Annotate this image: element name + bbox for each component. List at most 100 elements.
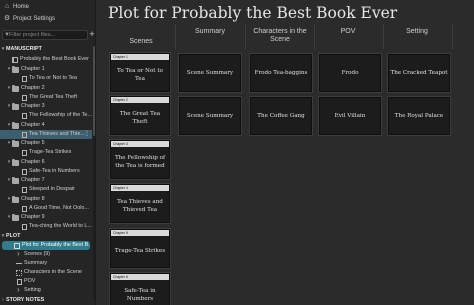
tree-item-book[interactable]: Probably the Best Book Ever <box>0 55 92 64</box>
sidebar-scrollbar[interactable] <box>93 44 95 299</box>
tree-item-chapter[interactable]: ▾ Chapter 5 <box>0 139 92 148</box>
column-divider <box>452 24 453 49</box>
plot-cell-characters[interactable]: The Coffee Gang <box>250 97 312 135</box>
plot-cell-summary[interactable]: Scene Summary <box>179 97 241 135</box>
column-header[interactable]: Characters in the Scene <box>245 28 315 44</box>
tree-item-scene[interactable]: Steeped in Despair <box>0 185 92 194</box>
filter-placeholder: Filter project files... <box>9 32 56 38</box>
column-header[interactable]: Summary <box>177 28 243 36</box>
tree-item-label: Chapter 8 <box>21 196 45 202</box>
home-icon: ⌂ <box>4 3 10 10</box>
tree-item-label: Chapter 6 <box>21 159 45 165</box>
tree-item-scene[interactable]: Tea Thieves and Thie... ⋮ <box>0 130 92 139</box>
home-link[interactable]: ⌂ Home <box>3 2 29 12</box>
plot-cell-pov[interactable]: Frodo <box>319 54 381 92</box>
tree-item-scene[interactable]: Tea-ching the World to L... <box>0 222 92 231</box>
tree-item-chapter[interactable]: ▾ Chapter 6 <box>0 158 92 167</box>
tree-item-scene[interactable]: Trage-Tea Strikes <box>0 148 92 157</box>
document-icon <box>22 205 27 212</box>
document-icon <box>22 112 27 119</box>
document-icon <box>22 131 27 138</box>
tree-item-label: Chapter 1 <box>21 66 45 72</box>
tree-item-label: The Great Tea Theft <box>29 94 78 100</box>
document-icon <box>22 186 27 193</box>
column-header[interactable]: Scenes <box>111 38 171 46</box>
scene-card[interactable]: Chapter 6 Safe-Tea in Numbers <box>110 273 170 305</box>
column-header[interactable]: POV <box>318 28 378 36</box>
folder-icon <box>12 121 19 129</box>
tree-item-chapter[interactable]: ▾ Chapter 8 <box>0 195 92 204</box>
document-icon <box>22 223 27 230</box>
folder-icon <box>12 139 19 147</box>
column-header[interactable]: Setting <box>387 28 447 36</box>
folder-icon <box>12 176 19 184</box>
scene-card-title: To Tea or Not to Tea <box>117 68 163 82</box>
folder-icon <box>12 84 19 92</box>
plot-cell-pov[interactable]: Evil Villain <box>319 97 381 135</box>
tree-item-plot-column[interactable]: Summary <box>0 259 92 268</box>
tree-item-label: Chapter 4 <box>21 122 45 128</box>
plot-cell-characters[interactable]: Frodo Tea-baggins <box>250 54 312 92</box>
tree-item-scene[interactable]: A Good Time, Not Oolo... <box>0 204 92 213</box>
tree-item-label: To Tea or Not to Tea <box>29 75 78 81</box>
tree-item-scene[interactable]: The Great Tea Theft <box>0 93 92 102</box>
project-settings-link[interactable]: ⚙ Project Settings <box>3 14 55 24</box>
tree-item-chapter[interactable]: ▾ Chapter 9 <box>0 213 92 222</box>
tree-item-label: Chapter 9 <box>21 214 45 220</box>
tree-item-plot-column[interactable]: Scenes (9) <box>0 250 92 259</box>
scene-card-title: Tea Thieves and Thieved Tea <box>117 199 163 213</box>
project-settings-label: Project Settings <box>13 16 56 22</box>
tree-item-label: PLOT <box>6 233 21 239</box>
section-plot[interactable]: ▾ PLOT <box>0 232 92 241</box>
plot-grid-view: Plot for Probably the Best Book Ever Sce… <box>97 0 474 305</box>
tree-item-label: Steeped in Despair <box>29 186 75 192</box>
plot-cell-setting[interactable]: The Royal Palace <box>388 97 450 135</box>
tree-item-label: Plot for Probably the Best B... <box>22 242 90 248</box>
page-title: Plot for Probably the Best Book Ever <box>108 4 398 22</box>
tree-item-label: Chapter 7 <box>21 177 45 183</box>
sidebar-scrollbar-thumb[interactable] <box>93 46 95 136</box>
column-divider <box>314 24 315 49</box>
folder-icon <box>12 195 19 203</box>
tree-item-chapter[interactable]: ▾ Chapter 2 <box>0 84 92 93</box>
home-label: Home <box>13 4 30 10</box>
column-divider <box>383 24 384 49</box>
section-story-notes[interactable]: › STORY NOTES <box>0 296 92 305</box>
document-icon <box>22 94 27 101</box>
more-options-icon[interactable]: ⋮ <box>84 130 90 139</box>
add-file-button[interactable]: + <box>88 29 95 39</box>
tree-item-plot[interactable]: Plot for Probably the Best B... <box>2 241 90 250</box>
filter-input[interactable]: ▼ Filter project files... <box>2 30 88 40</box>
tree-item-scene[interactable]: To Tea or Not to Tea <box>0 74 92 83</box>
plot-cell-setting[interactable]: The Cracked Teapot <box>388 54 450 92</box>
scene-card[interactable]: Chapter 5 Trage-Tea Strikes <box>110 229 170 268</box>
plus-icon: + <box>89 29 95 39</box>
tree-item-scene[interactable]: The Fellowship of the Te... <box>0 111 92 120</box>
tree-item-chapter[interactable]: ▾ Chapter 7 <box>0 176 92 185</box>
filter-icon: ▼ <box>4 32 10 38</box>
scene-card[interactable]: Chapter 1 To Tea or Not to Tea <box>110 53 170 92</box>
scene-card[interactable]: Chapter 2 The Great Tea Theft <box>110 96 170 135</box>
scene-card-title: Trage-Tea Strikes <box>114 247 166 254</box>
tree-item-plot-column[interactable]: POV <box>0 277 92 286</box>
tree-item-chapter[interactable]: ▾ Chapter 3 <box>0 102 92 111</box>
section-manuscript[interactable]: ▾ MANUSCRIPT <box>0 45 92 54</box>
chevron-right-icon <box>16 286 22 294</box>
plot-cell-summary[interactable]: Scene Summary <box>179 54 241 92</box>
scene-card[interactable]: Chapter 3 The Fellowship of the Tea is fo… <box>110 140 170 179</box>
tree-item-label: Safe-Tea in Numbers <box>29 168 80 174</box>
scene-card[interactable]: Chapter 4 Tea Thieves and Thieved Tea <box>110 184 170 223</box>
tree-item-label: MANUSCRIPT <box>6 46 42 52</box>
scene-card-title: The Great Tea Theft <box>119 111 161 125</box>
tree-item-scene[interactable]: Safe-Tea in Numbers <box>0 167 92 176</box>
folder-icon <box>12 102 19 110</box>
tree-item-plot-column[interactable]: Setting <box>0 286 92 295</box>
tree-item-label: Tea-ching the World to L... <box>29 223 92 229</box>
folder-icon <box>12 213 19 221</box>
tree-item-label: Trage-Tea Strikes <box>29 149 72 155</box>
tree-item-label: Summary <box>24 260 48 266</box>
tree-item-chapter[interactable]: ▾ Chapter 1 <box>0 65 92 74</box>
tree-item-chapter[interactable]: ▾ Chapter 4 <box>0 121 92 130</box>
document-icon <box>22 168 27 175</box>
tree-item-plot-column[interactable]: Characters in the Scene <box>0 268 92 277</box>
